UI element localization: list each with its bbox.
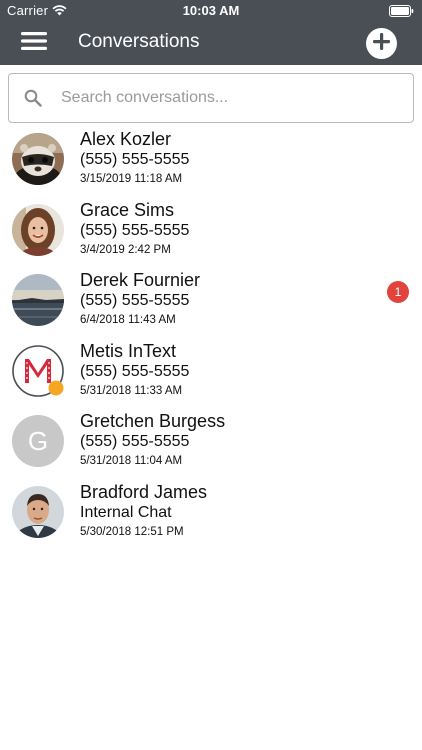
avatar xyxy=(12,203,64,256)
avatar xyxy=(12,485,64,538)
conversation-list: Alex Kozler (555) 555-5555 3/15/2019 11:… xyxy=(0,123,422,546)
new-conversation-button[interactable] xyxy=(366,28,397,59)
contact-phone: (555) 555-5555 xyxy=(80,221,190,239)
plus-icon xyxy=(373,32,390,55)
timestamp: 6/4/2018 11:43 AM xyxy=(80,314,176,326)
contact-name: Alex Kozler xyxy=(80,129,172,149)
conversation-item[interactable]: Grace Sims (555) 555-5555 3/4/2019 2:42 … xyxy=(0,194,422,265)
contact-name: Gretchen Burgess xyxy=(80,411,226,431)
avatar xyxy=(12,274,64,326)
conversation-item[interactable]: Bradford James Internal Chat 5/30/2018 1… xyxy=(0,476,422,547)
avatar xyxy=(12,133,64,185)
search-icon xyxy=(24,89,42,112)
conversation-item[interactable]: Metis InText (555) 555-5555 5/31/2018 11… xyxy=(0,335,422,406)
timestamp: 3/15/2019 11:18 AM xyxy=(80,173,183,185)
contact-phone: (555) 555-5555 xyxy=(80,292,190,309)
contact-phone: (555) 555-5555 xyxy=(80,151,190,168)
menu-button[interactable] xyxy=(14,25,54,61)
search-input[interactable] xyxy=(61,83,401,113)
avatar-initial: G xyxy=(27,425,49,456)
status-bar: Carrier 10:03 AM xyxy=(0,0,422,22)
timestamp: 3/4/2019 2:42 PM xyxy=(80,243,171,256)
conversation-item[interactable]: G Gretchen Burgess (555) 555-5555 5/31/2… xyxy=(0,405,422,476)
contact-name: Bradford James xyxy=(80,481,208,502)
timestamp: 5/31/2018 11:04 AM xyxy=(80,455,183,467)
conversation-item[interactable]: Alex Kozler (555) 555-5555 3/15/2019 11:… xyxy=(0,123,422,194)
conversation-type: Internal Chat xyxy=(80,503,172,521)
battery-icon xyxy=(389,5,414,20)
conversation-item[interactable]: Derek Fournier (555) 555-5555 6/4/2018 1… xyxy=(0,264,422,335)
contact-name: Derek Fournier xyxy=(80,270,201,290)
timestamp: 5/30/2018 12:51 PM xyxy=(80,525,184,538)
search-box[interactable] xyxy=(8,73,414,123)
unread-badge: 1 xyxy=(387,281,409,303)
contact-name: Grace Sims xyxy=(80,199,175,220)
clock: 10:03 AM xyxy=(182,3,240,18)
contact-phone: (555) 555-5555 xyxy=(80,433,190,450)
navigation-bar: Conversations xyxy=(0,22,422,65)
contact-phone: (555) 555-5555 xyxy=(80,362,190,380)
contact-name: Metis InText xyxy=(80,340,177,361)
avatar xyxy=(12,344,64,397)
hamburger-icon xyxy=(21,31,47,56)
page-title: Conversations xyxy=(78,31,200,52)
timestamp: 5/31/2018 11:33 AM xyxy=(80,384,183,397)
avatar: G xyxy=(12,415,64,467)
